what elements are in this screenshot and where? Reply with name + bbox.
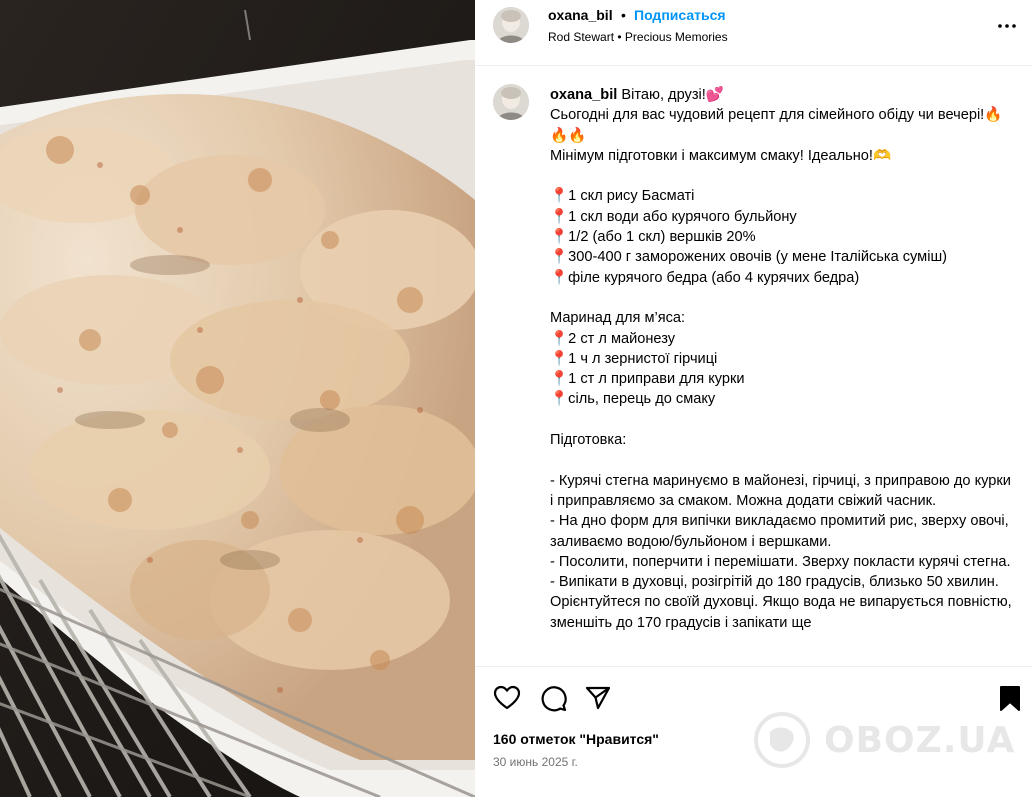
likes-count[interactable]: 160 отметок "Нравится": [493, 731, 659, 747]
follow-button[interactable]: Подписаться: [634, 7, 726, 23]
more-options-icon[interactable]: [995, 14, 1019, 38]
caption-avatar[interactable]: [493, 84, 529, 120]
caption-body: Вітаю, друзі!💕 Сьогодні для вас чудовий …: [550, 87, 1012, 631]
oboz-watermark: OBOZ.UA: [752, 710, 1016, 774]
separator-dot: •: [621, 7, 626, 23]
caption-username[interactable]: oxana_bil: [550, 87, 617, 103]
user-avatar-image: [493, 84, 529, 120]
post-panel: oxana_bil • Подписаться Rod Stewart • Pr…: [475, 0, 1032, 797]
oboz-logo-icon: [754, 712, 810, 768]
watermark-text: OBOZ.UA: [824, 720, 1016, 761]
comment-icon[interactable]: [539, 684, 567, 712]
post-date[interactable]: 30 июнь 2025 г.: [493, 755, 578, 769]
heart-icon[interactable]: [493, 684, 521, 712]
caption-text: oxana_bil Вітаю, друзі!💕 Сьогодні для ва…: [550, 85, 1012, 633]
audio-track[interactable]: Rod Stewart • Precious Memories: [548, 30, 728, 44]
paper-plane-icon[interactable]: [584, 684, 612, 712]
user-avatar-image: [493, 7, 529, 43]
post-image[interactable]: [0, 0, 475, 797]
post-header: oxana_bil • Подписаться Rod Stewart • Pr…: [475, 0, 1032, 66]
caption-area[interactable]: oxana_bil Вітаю, друзі!💕 Сьогодні для ва…: [475, 67, 1032, 666]
post-username[interactable]: oxana_bil: [548, 7, 613, 23]
food-photo: [0, 0, 475, 797]
avatar[interactable]: [493, 7, 529, 43]
bookmark-icon[interactable]: [996, 684, 1024, 712]
post-actions: 160 отметок "Нравится" 30 июнь 2025 г. O…: [475, 666, 1032, 797]
